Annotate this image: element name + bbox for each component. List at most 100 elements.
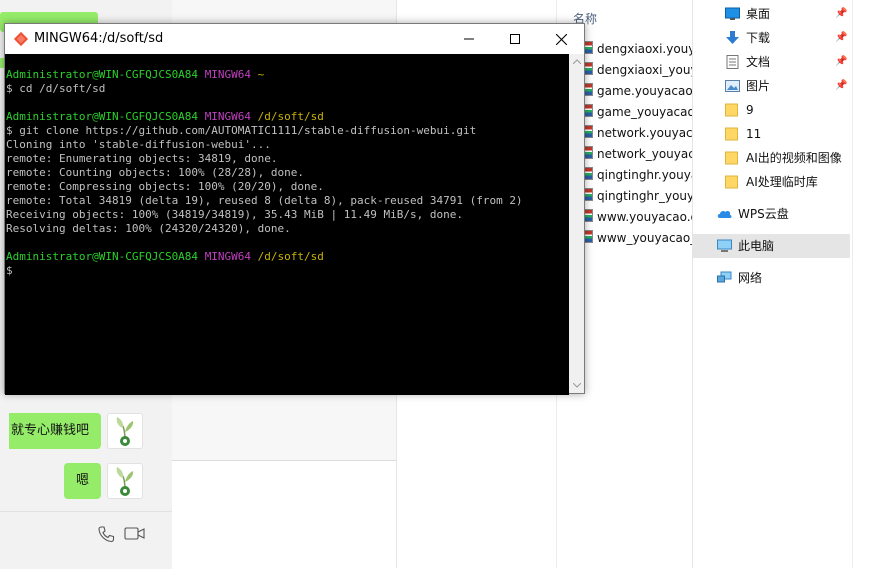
output-line: Resolving deltas: 100% (24320/24320), do…: [6, 222, 291, 235]
nav-item-pictures[interactable]: 图片 📌: [693, 74, 850, 98]
file-name: www_youyacao_c: [597, 231, 693, 245]
nav-item-label: AI处理临时库: [746, 175, 818, 189]
file-row[interactable]: www.youyacao.cr: [583, 206, 693, 228]
nav-item-label: WPS云盘: [738, 207, 789, 221]
pin-icon[interactable]: 📌: [835, 50, 847, 74]
background-window-footer: [172, 460, 396, 479]
nav-item-folder-ai-videos[interactable]: AI出的视频和图像: [693, 146, 850, 170]
file-row[interactable]: network.youyaca: [583, 122, 693, 144]
prompt-path: /d/soft/sd: [257, 110, 324, 123]
file-row[interactable]: game_youyacao_: [583, 101, 693, 123]
pin-icon[interactable]: 📌: [835, 26, 847, 50]
nav-item-downloads[interactable]: 下载 📌: [693, 26, 850, 50]
prompt-shell: MINGW64: [204, 68, 252, 81]
sprout-avatar-icon: [116, 417, 134, 446]
file-name: network.youyaca: [597, 126, 693, 140]
command-line: $ git clone https://github.com/AUTOMATIC…: [6, 124, 477, 137]
command-line: $ cd /d/soft/sd: [6, 82, 106, 95]
nav-item-label: 9: [746, 103, 754, 117]
file-name: dengxiaoxi_youya: [597, 63, 693, 77]
minimize-icon: [464, 38, 474, 40]
nav-item-folder-11[interactable]: 11: [693, 122, 850, 146]
file-row[interactable]: network_youyaca: [583, 143, 693, 165]
output-line: remote: Total 34819 (delta 19), reused 8…: [6, 194, 523, 207]
file-row[interactable]: qingtinghr.youya: [583, 164, 693, 186]
minimize-button[interactable]: [446, 24, 492, 54]
git-bash-icon: [13, 31, 29, 47]
avatar[interactable]: [107, 413, 143, 449]
output-line: remote: Enumerating objects: 34819, done…: [6, 152, 278, 165]
nav-item-documents[interactable]: 文档 📌: [693, 50, 850, 74]
folder-icon: [725, 103, 738, 117]
prompt-user: Administrator@WIN-CGFQJCS0A84: [6, 250, 199, 263]
video-call-icon[interactable]: [124, 526, 146, 542]
nav-item-folder-9[interactable]: 9: [693, 98, 850, 122]
sprout-avatar-icon: [116, 467, 134, 496]
output-line: Receiving objects: 100% (34819/34819), 3…: [6, 208, 463, 221]
prompt-user: Administrator@WIN-CGFQJCS0A84: [6, 68, 199, 81]
file-name: game.youyacao.c: [597, 84, 693, 98]
avatar[interactable]: [107, 463, 143, 499]
phone-icon[interactable]: [97, 525, 115, 543]
file-name: www.youyacao.cr: [597, 210, 693, 224]
chat-message-bubble[interactable]: 就专心赚钱吧: [8, 413, 101, 449]
folder-icon: [725, 127, 738, 141]
nav-item-desktop[interactable]: 桌面 📌: [693, 2, 850, 26]
close-icon: [555, 33, 567, 45]
nav-item-label: 此电脑: [738, 239, 775, 253]
chat-message-bubble[interactable]: 嗯: [63, 463, 101, 499]
title-bar[interactable]: MINGW64:/d/soft/sd: [5, 24, 584, 54]
explorer-edge: [852, 0, 879, 568]
prompt-line: Administrator@WIN-CGFQJCS0A84 MINGW64 ~: [6, 68, 264, 82]
pin-icon[interactable]: 📌: [835, 74, 847, 98]
desktop-icon: [725, 7, 740, 20]
computer-icon: [717, 239, 732, 252]
output-line: remote: Counting objects: 100% (28/28), …: [6, 166, 305, 179]
file-name: qingtinghr_youya: [597, 189, 693, 203]
nav-item-label: 网络: [738, 271, 763, 285]
nav-item-folder-ai-temp[interactable]: AI处理临时库: [693, 170, 850, 194]
folder-icon: [725, 151, 738, 165]
output-line: remote: Compressing objects: 100% (20/20…: [6, 180, 324, 193]
nav-item-network[interactable]: 网络: [693, 266, 850, 290]
cloud-icon: [717, 210, 732, 218]
explorer-nav-pane: 桌面 📌 下载 📌 文档 📌 图片 📌 9 11 AI出的视频和图像 AI处理临…: [692, 0, 853, 568]
prompt-line: Administrator@WIN-CGFQJCS0A84 MINGW64 /d…: [6, 250, 324, 264]
file-name: network_youyaca: [597, 147, 693, 161]
window-title: MINGW64:/d/soft/sd: [34, 31, 164, 46]
chat-input-toolbar: [0, 511, 172, 569]
vertical-scrollbar[interactable]: [569, 54, 584, 393]
terminal-console[interactable]: Administrator@WIN-CGFQJCS0A84 MINGW64 ~ …: [5, 54, 569, 395]
input-prompt[interactable]: $: [6, 264, 13, 278]
prompt-user: Administrator@WIN-CGFQJCS0A84: [6, 110, 199, 123]
file-row[interactable]: game.youyacao.c: [583, 80, 693, 102]
prompt-path: ~: [257, 68, 265, 81]
document-icon: [726, 55, 739, 69]
nav-item-label: 11: [746, 127, 762, 141]
pin-icon[interactable]: 📌: [835, 2, 847, 26]
nav-item-label: 图片: [746, 79, 771, 93]
close-button[interactable]: [538, 24, 584, 54]
file-row[interactable]: dengxiaoxi.youya: [583, 38, 693, 60]
nav-item-label: 桌面: [746, 7, 771, 21]
download-icon: [726, 31, 739, 44]
folder-icon: [725, 175, 738, 189]
file-name: dengxiaoxi.youya: [597, 42, 693, 56]
file-name: game_youyacao_: [597, 105, 693, 119]
file-row[interactable]: dengxiaoxi_youya: [583, 59, 693, 81]
prompt-shell: MINGW64: [204, 110, 252, 123]
output-line: Cloning into 'stable-diffusion-webui'...: [6, 138, 271, 151]
prompt-line: Administrator@WIN-CGFQJCS0A84 MINGW64 /d…: [6, 110, 324, 124]
terminal-window[interactable]: MINGW64:/d/soft/sd Administrator@WIN-CGF…: [4, 23, 585, 395]
prompt-shell: MINGW64: [204, 250, 252, 263]
file-name: qingtinghr.youya: [597, 168, 693, 182]
scroll-down-icon[interactable]: [569, 378, 584, 393]
network-icon: [717, 271, 732, 283]
nav-item-wps-cloud[interactable]: WPS云盘: [693, 202, 850, 226]
file-row[interactable]: www_youyacao_c: [583, 227, 693, 249]
nav-item-this-pc[interactable]: 此电脑: [693, 234, 850, 258]
file-row[interactable]: qingtinghr_youya: [583, 185, 693, 207]
scroll-up-icon[interactable]: [569, 54, 584, 69]
prompt-path: /d/soft/sd: [257, 250, 324, 263]
maximize-button[interactable]: [492, 24, 538, 54]
